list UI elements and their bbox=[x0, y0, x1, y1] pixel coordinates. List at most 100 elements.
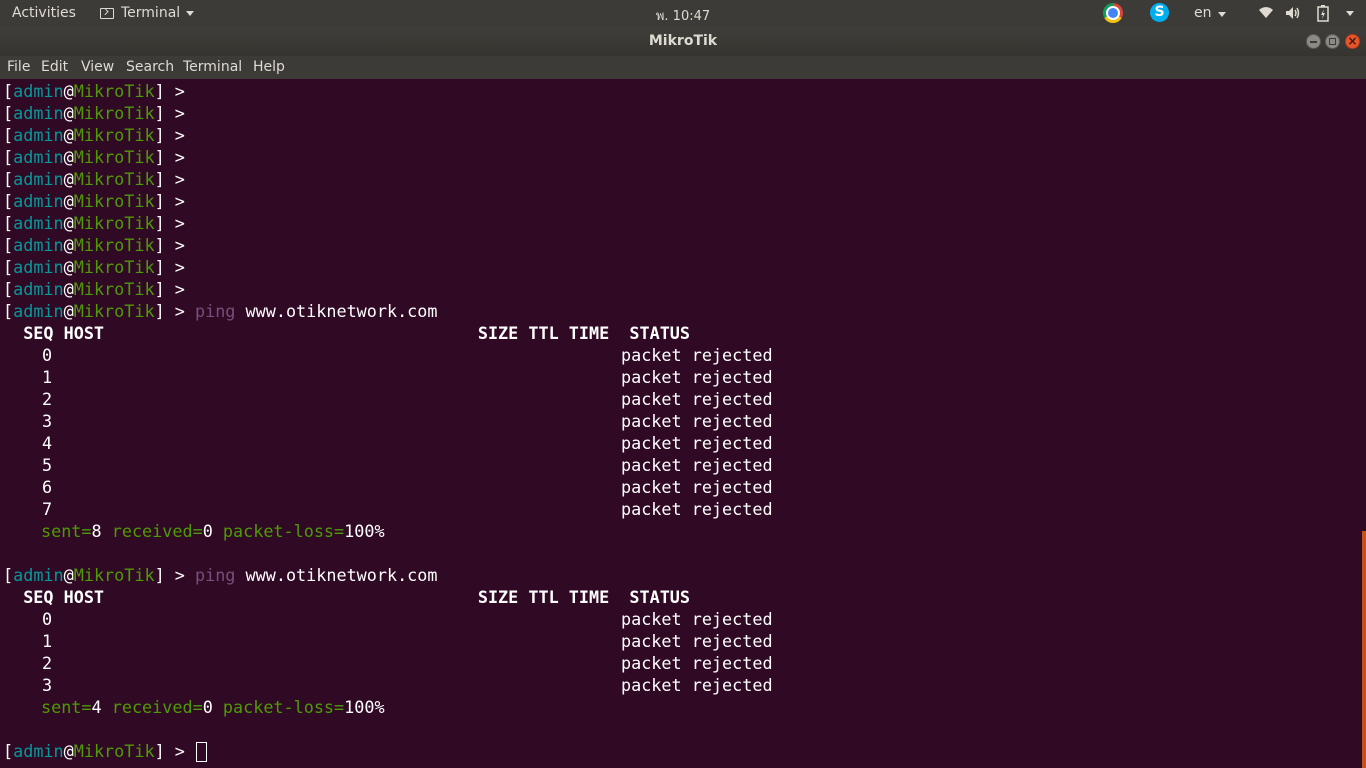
prompt-user: admin bbox=[13, 301, 64, 321]
prompt-host: MikroTik bbox=[73, 191, 155, 211]
prompt-close: ] > bbox=[154, 279, 185, 299]
maximize-button[interactable] bbox=[1325, 34, 1340, 49]
prompt-host: MikroTik bbox=[73, 235, 155, 255]
status-text: packet rejected bbox=[621, 653, 773, 673]
prompt-at: @ bbox=[63, 125, 74, 145]
scrollbar[interactable] bbox=[1362, 531, 1366, 768]
prompt-line: [admin@MikroTik] > bbox=[3, 190, 185, 212]
sent-value: 8 bbox=[91, 521, 102, 541]
prompt-user: admin bbox=[13, 279, 64, 299]
prompt-close: ] > bbox=[154, 235, 185, 255]
summary-text: sent=4 received=0 packet-loss=100% bbox=[41, 696, 385, 718]
prompt-close: ] > bbox=[154, 81, 185, 101]
menu-help[interactable]: Help bbox=[253, 59, 285, 75]
prompt-close: ] > bbox=[154, 741, 185, 761]
prompt-user: admin bbox=[13, 125, 64, 145]
loss-label: packet-loss= bbox=[212, 521, 345, 541]
table-header-text: SEQ HOST SIZE TTL TIME STATUS bbox=[3, 587, 691, 607]
prompt-line: [admin@MikroTik] > bbox=[3, 124, 185, 146]
status-text: packet rejected bbox=[621, 389, 773, 409]
seq-number: 1 bbox=[42, 631, 53, 651]
prompt-line: [admin@MikroTik] > bbox=[3, 234, 185, 256]
prompt-at: @ bbox=[63, 741, 74, 761]
prompt-user: admin bbox=[13, 741, 64, 761]
prompt-close: ] > bbox=[154, 125, 185, 145]
menu-edit[interactable]: Edit bbox=[41, 59, 68, 75]
prompt-bracket: [ bbox=[3, 257, 14, 277]
seq-number: 4 bbox=[42, 433, 53, 453]
prompt-user: admin bbox=[13, 235, 64, 255]
loss-value: 100% bbox=[344, 521, 385, 541]
prompt-bracket: [ bbox=[3, 125, 14, 145]
menu-file[interactable]: File bbox=[7, 59, 30, 75]
prompt-line: [admin@MikroTik] > bbox=[3, 80, 185, 102]
terminal-output[interactable]: [admin@MikroTik] > [admin@MikroTik] > [adm… bbox=[0, 79, 1366, 768]
chrome-icon[interactable] bbox=[1103, 3, 1123, 23]
seq-number: 0 bbox=[42, 609, 53, 629]
menu-terminal[interactable]: Terminal bbox=[183, 59, 242, 75]
ping-target: www.otiknetwork.com bbox=[245, 301, 438, 321]
prompt-bracket: [ bbox=[3, 147, 14, 167]
prompt-close: ] > bbox=[154, 565, 185, 585]
received-value: 0 bbox=[202, 697, 213, 717]
prompt-at: @ bbox=[63, 81, 74, 101]
table-header-text: SEQ HOST SIZE TTL TIME STATUS bbox=[3, 323, 691, 343]
prompt-host: MikroTik bbox=[73, 741, 155, 761]
system-menu-chevron-icon[interactable] bbox=[1346, 11, 1354, 16]
status-text: packet rejected bbox=[621, 455, 773, 475]
chevron-down-icon bbox=[1217, 12, 1226, 17]
battery-icon[interactable] bbox=[1317, 5, 1329, 22]
prompt-bracket: [ bbox=[3, 279, 14, 299]
wifi-icon[interactable] bbox=[1258, 5, 1274, 19]
prompt-bracket: [ bbox=[3, 213, 14, 233]
status-text: packet rejected bbox=[621, 477, 773, 497]
prompt-at: @ bbox=[63, 235, 74, 255]
prompt-bracket: [ bbox=[3, 103, 14, 123]
skype-icon[interactable]: S bbox=[1150, 3, 1169, 22]
window-title: MikroTik bbox=[648, 33, 718, 49]
prompt-host: MikroTik bbox=[73, 279, 155, 299]
status-text: packet rejected bbox=[621, 675, 773, 695]
loss-label: packet-loss= bbox=[212, 697, 345, 717]
language-indicator[interactable]: en bbox=[1194, 5, 1226, 21]
activities-button[interactable]: Activities bbox=[12, 5, 76, 21]
prompt-user: admin bbox=[13, 147, 64, 167]
prompt-at: @ bbox=[63, 257, 74, 277]
app-menu[interactable]: Terminal bbox=[100, 5, 195, 21]
prompt-close: ] > bbox=[154, 147, 185, 167]
volume-icon[interactable] bbox=[1285, 6, 1301, 20]
prompt-close: ] > bbox=[154, 169, 185, 189]
prompt-user: admin bbox=[13, 565, 64, 585]
prompt-host: MikroTik bbox=[73, 257, 155, 277]
received-label: received= bbox=[101, 697, 203, 717]
chevron-down-icon bbox=[186, 10, 195, 16]
window-titlebar[interactable]: MikroTik × bbox=[0, 27, 1366, 56]
minimize-button[interactable] bbox=[1306, 34, 1321, 49]
prompt-close: ] > bbox=[154, 257, 185, 277]
sent-label: sent= bbox=[41, 521, 92, 541]
prompt-at: @ bbox=[63, 213, 74, 233]
top-panel: Activities Terminal พ. 10:47 S en bbox=[0, 0, 1366, 27]
prompt-bracket: [ bbox=[3, 741, 14, 761]
received-label: received= bbox=[101, 521, 203, 541]
status-text: packet rejected bbox=[621, 631, 773, 651]
clock[interactable]: พ. 10:47 bbox=[656, 9, 710, 24]
prompt-line: [admin@MikroTik] > bbox=[3, 256, 185, 278]
app-menu-label: Terminal bbox=[121, 5, 181, 21]
menubar: File Edit View Search Terminal Help bbox=[0, 56, 1366, 79]
menu-search[interactable]: Search bbox=[126, 59, 174, 75]
prompt-user: admin bbox=[13, 191, 64, 211]
prompt-host: MikroTik bbox=[73, 565, 155, 585]
ping-table-header: SEQ HOST SIZE TTL TIME STATUS bbox=[3, 586, 690, 608]
prompt-line: [admin@MikroTik] > bbox=[3, 168, 185, 190]
received-value: 0 bbox=[202, 521, 213, 541]
prompt-host: MikroTik bbox=[73, 169, 155, 189]
menu-view[interactable]: View bbox=[81, 59, 114, 75]
text-cursor bbox=[196, 742, 207, 762]
close-button[interactable]: × bbox=[1345, 34, 1360, 49]
prompt-close: ] > bbox=[154, 301, 185, 321]
language-label: en bbox=[1194, 5, 1212, 21]
seq-number: 6 bbox=[42, 477, 53, 497]
ping-command: ping bbox=[195, 565, 236, 585]
sent-label: sent= bbox=[41, 697, 92, 717]
